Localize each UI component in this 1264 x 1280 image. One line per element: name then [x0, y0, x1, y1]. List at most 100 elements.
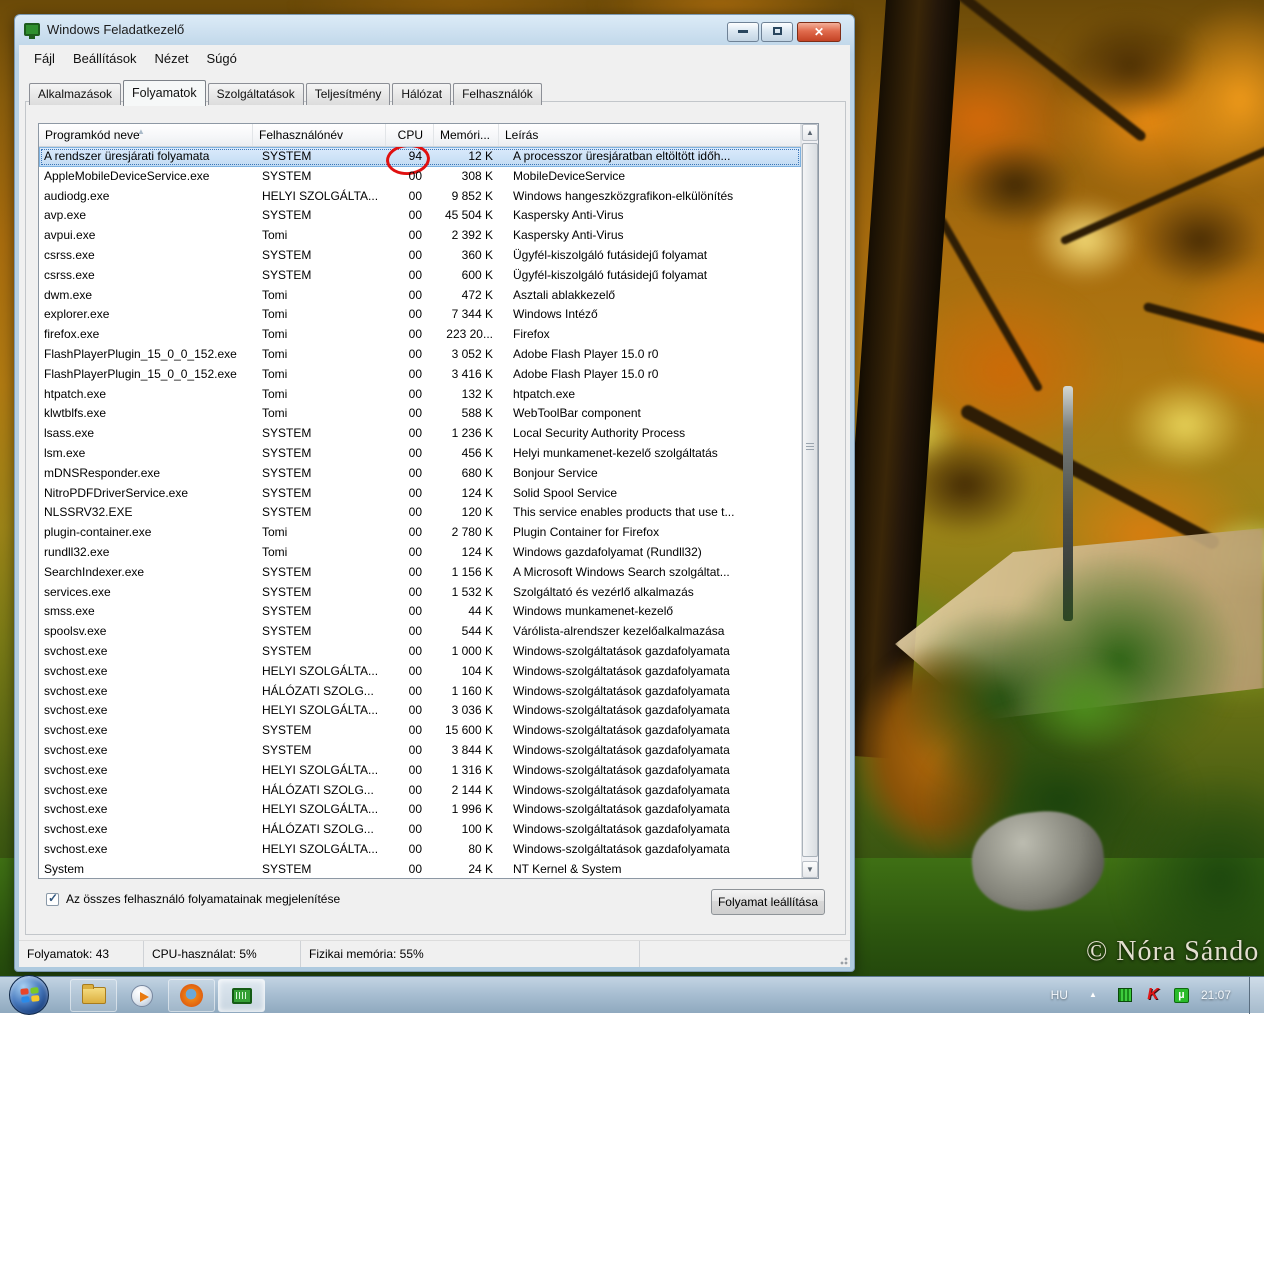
process-row[interactable]: AppleMobileDeviceService.exe SYSTEM 00 3…: [39, 167, 801, 187]
process-row[interactable]: svchost.exe HÁLÓZATI SZOLG... 00 2 144 K…: [39, 781, 801, 801]
process-row[interactable]: svchost.exe HELYI SZOLGÁLTA... 00 104 K …: [39, 662, 801, 682]
status-physical-memory: Fizikai memória: 55%: [301, 941, 640, 967]
resize-grip[interactable]: [838, 955, 848, 965]
scrollbar-thumb[interactable]: [802, 143, 818, 857]
process-user: Tomi: [262, 386, 288, 401]
process-row[interactable]: firefox.exe Tomi 00 223 20... Firefox: [39, 325, 801, 345]
end-process-button[interactable]: Folyamat leállítása: [711, 889, 825, 915]
process-cpu: 00: [408, 406, 422, 421]
process-row[interactable]: services.exe SYSTEM 00 1 532 K Szolgálta…: [39, 583, 801, 603]
process-description: Kaspersky Anti-Virus: [513, 208, 624, 223]
process-cpu: 00: [408, 544, 422, 559]
language-indicator[interactable]: HU: [1051, 988, 1068, 1002]
process-row[interactable]: SearchIndexer.exe SYSTEM 00 1 156 K A Mi…: [39, 563, 801, 583]
process-row[interactable]: System SYSTEM 00 24 K NT Kernel & System: [39, 860, 801, 878]
process-row[interactable]: svchost.exe HELYI SZOLGÁLTA... 00 80 K W…: [39, 840, 801, 860]
process-row[interactable]: smss.exe SYSTEM 00 44 K Windows munkamen…: [39, 602, 801, 622]
process-row[interactable]: audiodg.exe HELYI SZOLGÁLTA... 00 9 852 …: [39, 187, 801, 207]
process-row[interactable]: plugin-container.exe Tomi 00 2 780 K Plu…: [39, 523, 801, 543]
taskbar-button-firefox[interactable]: [168, 979, 215, 1012]
taskbar-button-media-player[interactable]: [127, 979, 157, 1012]
process-name: klwtblfs.exe: [44, 406, 107, 421]
process-description: Windows-szolgáltatások gazdafolyamata: [513, 742, 730, 757]
process-memory: 24 K: [468, 861, 493, 876]
process-row[interactable]: rundll32.exe Tomi 00 124 K Windows gazda…: [39, 543, 801, 563]
taskbar-button-explorer[interactable]: [70, 979, 117, 1012]
vertical-scrollbar[interactable]: ▲ ▼: [801, 124, 818, 878]
column-header-cpu[interactable]: CPU: [386, 124, 434, 146]
process-row[interactable]: FlashPlayerPlugin_15_0_0_152.exe Tomi 00…: [39, 365, 801, 385]
tab[interactable]: Hálózat: [392, 83, 452, 105]
process-cpu: 00: [408, 327, 422, 342]
process-row[interactable]: A rendszer üresjárati folyamata SYSTEM 9…: [39, 147, 801, 167]
process-row[interactable]: svchost.exe HÁLÓZATI SZOLG... 00 100 K W…: [39, 820, 801, 840]
column-header-description[interactable]: Leírás: [499, 124, 801, 146]
process-row[interactable]: NitroPDFDriverService.exe SYSTEM 00 124 …: [39, 484, 801, 504]
column-header-memory[interactable]: Memóri...: [434, 124, 499, 146]
menu-item[interactable]: Súgó: [198, 47, 246, 71]
process-row[interactable]: csrss.exe SYSTEM 00 360 K Ügyfél-kiszolg…: [39, 246, 801, 266]
process-row[interactable]: csrss.exe SYSTEM 00 600 K Ügyfél-kiszolg…: [39, 266, 801, 286]
process-description: Plugin Container for Firefox: [513, 525, 660, 540]
process-name: FlashPlayerPlugin_15_0_0_152.exe: [44, 366, 237, 381]
column-header-name[interactable]: Programkód neve ▲: [39, 124, 253, 146]
title-bar[interactable]: Windows Feladatkezelő ✕: [15, 15, 854, 45]
maximize-button[interactable]: [761, 22, 793, 42]
process-user: SYSTEM: [262, 426, 312, 441]
process-cpu: 00: [408, 485, 422, 500]
process-row[interactable]: klwtblfs.exe Tomi 00 588 K WebToolBar co…: [39, 404, 801, 424]
clock[interactable]: 21:07: [1201, 988, 1231, 1002]
process-memory: 44 K: [468, 604, 493, 619]
screen: © Nóra Sándo Windows Feladatkezelő ✕ Fáj…: [0, 0, 1264, 1280]
taskbar-button-task-manager[interactable]: [218, 979, 265, 1012]
process-row[interactable]: svchost.exe SYSTEM 00 1 000 K Windows-sz…: [39, 642, 801, 662]
process-description: Windows-szolgáltatások gazdafolyamata: [513, 663, 730, 678]
process-row[interactable]: svchost.exe HÁLÓZATI SZOLG... 00 1 160 K…: [39, 682, 801, 702]
tab[interactable]: Alkalmazások: [29, 83, 122, 105]
process-row[interactable]: spoolsv.exe SYSTEM 00 544 K Várólista-al…: [39, 622, 801, 642]
tab[interactable]: Folyamatok: [123, 80, 206, 106]
close-button[interactable]: ✕: [797, 22, 841, 42]
menu-item[interactable]: Nézet: [146, 47, 198, 71]
process-cpu: 00: [408, 426, 422, 441]
process-name: lsm.exe: [44, 445, 86, 460]
menu-item[interactable]: Beállítások: [64, 47, 146, 71]
process-row[interactable]: svchost.exe HELYI SZOLGÁLTA... 00 1 996 …: [39, 800, 801, 820]
process-row[interactable]: FlashPlayerPlugin_15_0_0_152.exe Tomi 00…: [39, 345, 801, 365]
process-row[interactable]: htpatch.exe Tomi 00 132 K htpatch.exe: [39, 385, 801, 405]
process-row[interactable]: avpui.exe Tomi 00 2 392 K Kaspersky Anti…: [39, 226, 801, 246]
process-user: Tomi: [262, 346, 288, 361]
process-description: A processzor üresjáratban eltöltött időh…: [513, 149, 731, 163]
process-row[interactable]: mDNSResponder.exe SYSTEM 00 680 K Bonjou…: [39, 464, 801, 484]
show-desktop-button[interactable]: [1249, 976, 1264, 1014]
process-row[interactable]: avp.exe SYSTEM 00 45 504 K Kaspersky Ant…: [39, 206, 801, 226]
show-all-users-checkbox[interactable]: [46, 891, 59, 906]
tab[interactable]: Felhasználók: [453, 83, 542, 105]
process-name: avp.exe: [44, 208, 87, 223]
tab[interactable]: Szolgáltatások: [207, 83, 304, 105]
green-bars-tray-icon[interactable]: [1117, 988, 1132, 1002]
process-row[interactable]: svchost.exe HELYI SZOLGÁLTA... 00 1 316 …: [39, 761, 801, 781]
tab[interactable]: Teljesítmény: [305, 83, 391, 105]
start-button[interactable]: [9, 975, 49, 1015]
utorrent-tray-icon[interactable]: µ: [1173, 987, 1189, 1003]
process-row[interactable]: explorer.exe Tomi 00 7 344 K Windows Int…: [39, 305, 801, 325]
column-header-user[interactable]: Felhasználónév: [253, 124, 386, 146]
process-memory: 3 844 K: [451, 742, 493, 757]
process-user: SYSTEM: [262, 267, 312, 282]
process-row[interactable]: NLSSRV32.EXE SYSTEM 00 120 K This servic…: [39, 503, 801, 523]
process-row[interactable]: dwm.exe Tomi 00 472 K Asztali ablakkezel…: [39, 286, 801, 306]
kaspersky-tray-icon[interactable]: K: [1144, 987, 1162, 1003]
taskbar: HU ▲ K µ 21:07: [0, 975, 1264, 1015]
process-row[interactable]: lsass.exe SYSTEM 00 1 236 K Local Securi…: [39, 424, 801, 444]
scroll-up-button[interactable]: ▲: [802, 124, 818, 141]
show-hidden-icons-button[interactable]: ▲: [1082, 986, 1104, 1004]
show-all-users-row: Az összes felhasználó folyamatainak megj…: [46, 891, 340, 906]
scroll-down-button[interactable]: ▼: [802, 861, 818, 878]
process-row[interactable]: svchost.exe SYSTEM 00 15 600 K Windows-s…: [39, 721, 801, 741]
minimize-button[interactable]: [727, 22, 759, 42]
process-row[interactable]: lsm.exe SYSTEM 00 456 K Helyi munkamenet…: [39, 444, 801, 464]
process-row[interactable]: svchost.exe HELYI SZOLGÁLTA... 00 3 036 …: [39, 701, 801, 721]
menu-item[interactable]: Fájl: [25, 47, 64, 71]
process-row[interactable]: svchost.exe SYSTEM 00 3 844 K Windows-sz…: [39, 741, 801, 761]
